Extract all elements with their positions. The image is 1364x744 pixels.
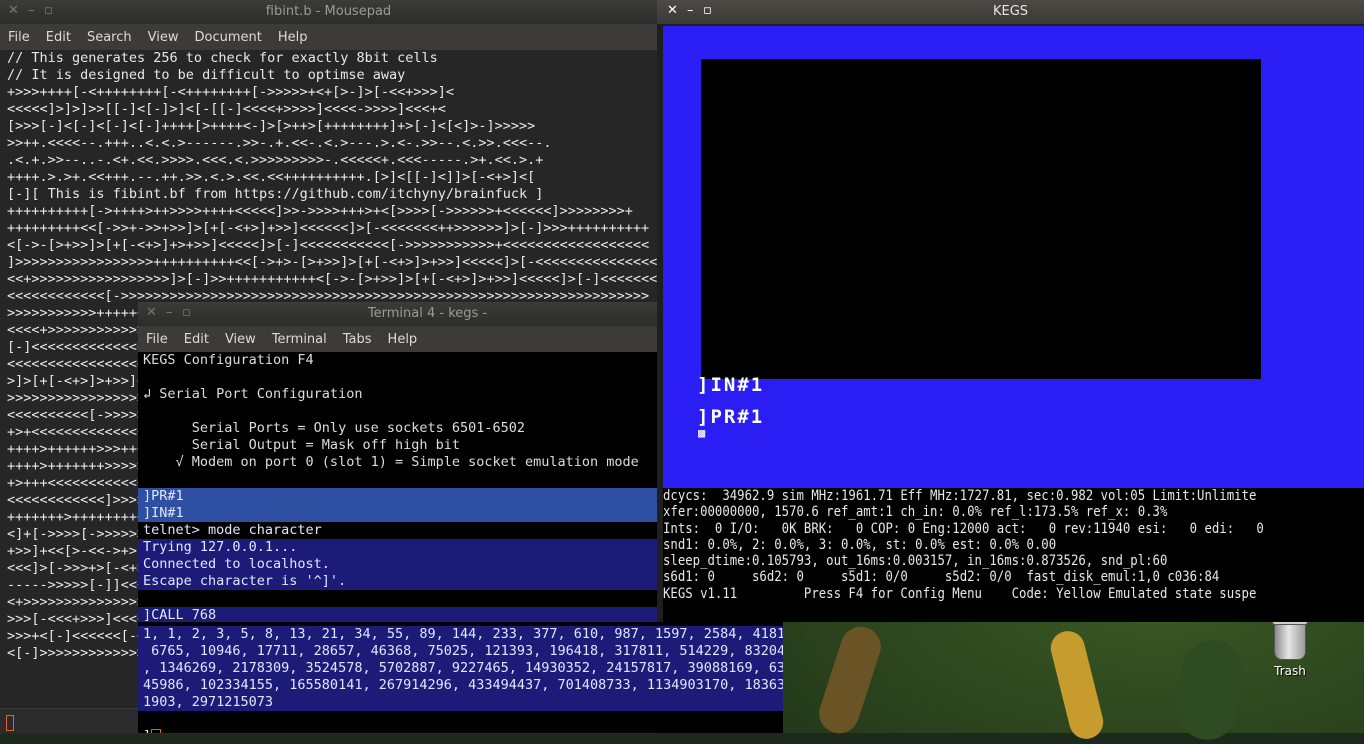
- editor-line: <<+>>>>>>>>>>>>>>>>>]>[-]>>+++++++++++<[…: [7, 271, 657, 287]
- maximize-icon[interactable]: ▫: [182, 305, 191, 320]
- editor-line: +++++++++<<[->>+->>+>>]>[+[-<+>]+>>]<<<<…: [7, 220, 650, 236]
- menu-help[interactable]: Help: [270, 30, 316, 45]
- kegs-status-line: Ints: 0 I/O: 0K BRK: 0 COP: 0 Eng:12000 …: [663, 520, 1264, 537]
- close-icon[interactable]: ✕: [146, 305, 157, 320]
- apple2-screen[interactable]: ]IN#1 ]PR#1 ▩: [663, 26, 1364, 488]
- terminal-menubar: File Edit View Terminal Tabs Help: [138, 326, 657, 352]
- editor-line: ++++.>.>+.<<+++.--.++.>>.<.>.<<.<<++++++…: [7, 169, 536, 185]
- editor-line: <[->-[>+>>]>[+[-<+>]+>+>>]<<<<<]>[-]<<<<…: [7, 237, 650, 253]
- trash-label: Trash: [1274, 664, 1306, 678]
- terminal-output-lower[interactable]: 1, 1, 2, 3, 5, 8, 13, 21, 34, 55, 89, 14…: [138, 622, 783, 733]
- apple2-line-in: ]IN#1: [697, 374, 765, 396]
- kegs-status-line: xfer:00000000, 1570.6 ref_amt:1 ch_in: 0…: [663, 504, 1168, 521]
- kegs-status-line: sleep_dtime:0.105793, out_16ms:0.003157,…: [663, 553, 1168, 570]
- menu-file[interactable]: File: [138, 332, 176, 347]
- window-title: KEGS: [992, 4, 1029, 19]
- kegs-titlebar: ✕ – ▫ KEGS: [657, 0, 1364, 24]
- mousepad-menubar: File Edit Search View Document Help: [0, 24, 657, 50]
- menu-file[interactable]: File: [0, 30, 38, 45]
- kegs-window: ✕ – ▫ KEGS ]IN#1 ]PR#1 ▩ dcycs: 34962.9 …: [657, 0, 1364, 622]
- fibonacci-output-line: 1, 1, 2, 3, 5, 8, 13, 21, 34, 55, 89, 14…: [138, 626, 783, 643]
- menu-tabs[interactable]: Tabs: [335, 332, 380, 347]
- editor-line: >>++.<<<<--.+++..<.<.>------.>>-.+.<<-.<…: [7, 135, 552, 151]
- menu-view[interactable]: View: [140, 30, 187, 45]
- editor-line: <<<<<]>]>]>>[[-]<[-]>]<[-[[-]<<<<+>>>>]<…: [7, 101, 446, 117]
- menu-edit[interactable]: Edit: [176, 332, 217, 347]
- wallpaper-vine: [813, 621, 887, 739]
- apple2-graphics-area: [701, 59, 1261, 379]
- menu-edit[interactable]: Edit: [38, 30, 79, 45]
- apple2-line-pr: ]PR#1: [697, 406, 765, 428]
- editor-line: // This generates 256 to check for exact…: [7, 50, 438, 66]
- editor-line: +>>>++++[-<++++++++[-<++++++++[->>>>>+<+…: [7, 84, 455, 100]
- kegs-status-line: KEGS v1.11 Press F4 for Config Menu Code…: [663, 585, 1257, 602]
- mousepad-titlebar: ✕ – ▫ fibint.b - Mousepad: [0, 0, 657, 24]
- menu-document[interactable]: Document: [186, 30, 269, 45]
- editor-line: ]>>>>>>>>>>>>>>>>>++++++++++<<[->+>-[>+>…: [7, 254, 657, 270]
- menu-search[interactable]: Search: [79, 30, 140, 45]
- editor-line: [>>>[-]<[-]<[-]<[-]++++[>++++<-]>[>++>[+…: [7, 118, 536, 134]
- editor-line: [-][ This is fibint.bf from https://gith…: [7, 186, 544, 202]
- window-title: fibint.b - Mousepad: [265, 4, 392, 19]
- editor-line: .<.+.>>--..-.<+.<<.>>>>.<<<.<.>>>>>>>>>-…: [7, 152, 544, 168]
- wallpaper-vine: [1047, 627, 1107, 743]
- wallpaper-foliage: [1173, 636, 1247, 744]
- trash-desktop-icon[interactable]: Trash: [1262, 617, 1318, 688]
- menu-help[interactable]: Help: [380, 332, 426, 347]
- kegs-status-line: dcycs: 34962.9 sim MHz:1961.71 Eff MHz:1…: [663, 488, 1257, 504]
- fibonacci-output-line: 6765, 10946, 17711, 28657, 46368, 75025,…: [138, 643, 783, 660]
- menu-terminal[interactable]: Terminal: [264, 332, 335, 347]
- kegs-status-panel: dcycs: 34962.9 sim MHz:1961.71 Eff MHz:1…: [663, 488, 1364, 622]
- fibonacci-output-line: 1903, 2971215073: [138, 694, 783, 711]
- fibonacci-output-line: , 1346269, 2178309, 3524578, 5702887, 92…: [138, 660, 783, 677]
- terminal-cursor: [151, 729, 162, 733]
- trash-icon: [1272, 617, 1308, 660]
- kegs-status-line: snd1: 0.0%, 2: 0.0%, 3: 0.0%, st: 0.0% e…: [663, 536, 1057, 553]
- apple2-cursor: ▩: [698, 426, 708, 440]
- editor-line: // It is designed to be difficult to opt…: [7, 67, 406, 83]
- kegs-status-line: s6d1: 0 s6d2: 0 s5d1: 0/0 s5d2: 0/0 fast…: [663, 569, 1220, 586]
- minimize-icon[interactable]: –: [166, 305, 173, 320]
- terminal-titlebar: ✕ – ▫ Terminal 4 - kegs -: [138, 302, 657, 326]
- terminal-prompt: ]: [138, 728, 783, 733]
- editor-line: ++++++++++[->++++>++>>>>++++<<<<<]>>->>>…: [7, 203, 633, 219]
- window-title: Terminal 4 - kegs -: [367, 306, 488, 321]
- menu-view[interactable]: View: [217, 332, 264, 347]
- text-cursor: [6, 715, 14, 731]
- fibonacci-output-line: 45986, 102334155, 165580141, 267914296, …: [138, 677, 783, 694]
